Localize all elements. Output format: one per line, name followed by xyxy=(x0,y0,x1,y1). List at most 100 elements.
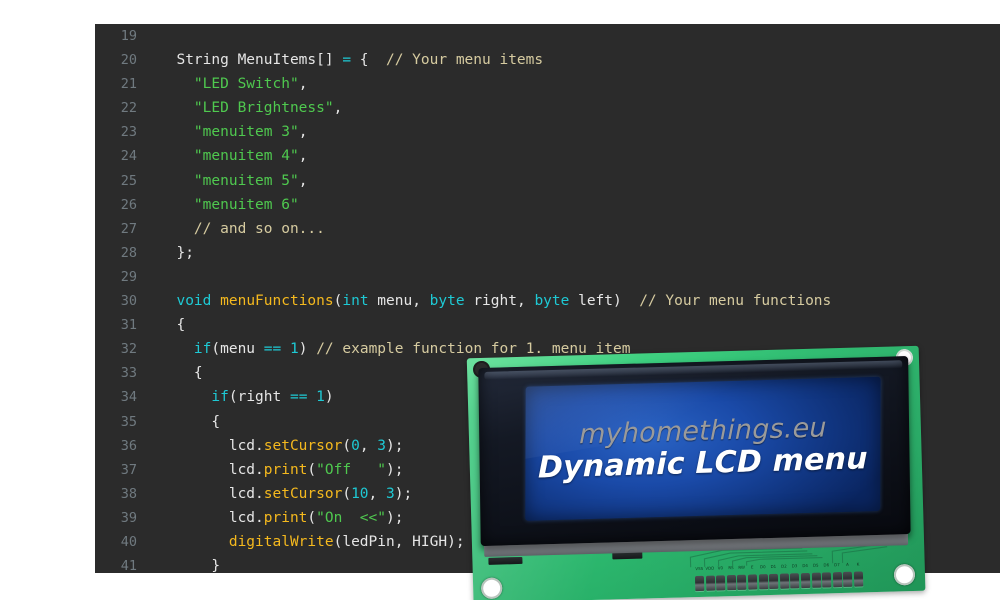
code-token-plain: , xyxy=(298,172,308,189)
lcd-pin xyxy=(716,575,726,591)
code-token-plain: lcd. xyxy=(159,461,264,478)
code-line: 31 { xyxy=(95,313,831,337)
code-token-plain: (right xyxy=(228,389,290,406)
code-token-num: 1 xyxy=(316,389,325,406)
code-token-plain: { xyxy=(159,365,203,382)
line-number: 27 xyxy=(120,220,137,237)
code-token-func: menuFunctions xyxy=(220,293,334,310)
line-number: 21 xyxy=(120,76,137,93)
code-line: 29 xyxy=(95,265,831,289)
lcd-pin xyxy=(822,572,832,588)
code-token-plain: , xyxy=(333,100,343,117)
code-line: 30 void menuFunctions(int menu, byte rig… xyxy=(95,289,832,313)
lcd-pin xyxy=(832,572,843,588)
code-token-key: == xyxy=(289,389,308,406)
line-number: 35 xyxy=(120,413,137,430)
line-number: 34 xyxy=(120,389,137,406)
code-token-plain: , xyxy=(298,76,308,93)
code-token-plain: lcd. xyxy=(159,485,264,502)
code-token-plain: ) xyxy=(324,389,334,406)
code-token-com: // Your menu items xyxy=(385,52,544,69)
code-token-plain: , xyxy=(298,148,308,165)
code-token-str: "Off " xyxy=(316,461,386,478)
code-line: 26 "menuitem 6" xyxy=(95,193,831,217)
lcd-pin xyxy=(800,572,811,589)
lcd-module-photo: VSS VDD V0 RS RW E D0 D1 D2 D3 D4 D5 D6 D7 A K myhometh… xyxy=(458,333,935,600)
code-token-plain: left) xyxy=(569,293,640,310)
line-number: 33 xyxy=(120,365,137,382)
line-number: 22 xyxy=(120,100,137,117)
code-token-key: int xyxy=(342,293,369,310)
code-token-plain: }; xyxy=(159,244,194,261)
code-token-func: digitalWrite xyxy=(228,533,334,550)
code-token-plain: ); xyxy=(386,461,404,478)
smd-component-1 xyxy=(488,556,523,565)
line-number: 23 xyxy=(120,124,137,141)
code-token-plain: right, xyxy=(464,293,535,310)
code-token-key: byte xyxy=(534,293,570,310)
page-margin-left xyxy=(0,0,95,600)
code-token-plain: , xyxy=(359,437,378,454)
code-line: 27 // and so on... xyxy=(95,217,831,241)
code-token-plain: { xyxy=(351,52,386,69)
line-number: 40 xyxy=(120,533,137,550)
code-token-plain: { xyxy=(159,413,221,430)
line-number: 31 xyxy=(120,317,137,334)
code-token-str: "LED Brightness" xyxy=(193,100,334,117)
code-token-num: 1 xyxy=(289,341,299,358)
page-margin-top xyxy=(0,0,1000,24)
code-line: 28 }; xyxy=(95,241,831,265)
code-token-plain: ( xyxy=(342,437,352,454)
code-token-func: setCursor xyxy=(263,485,343,502)
code-token-plain: , xyxy=(298,124,308,141)
code-token-plain: ( xyxy=(342,485,352,502)
line-number: 28 xyxy=(120,244,137,261)
code-token-plain: } xyxy=(159,558,221,573)
code-token-plain: ); xyxy=(394,485,413,502)
code-token-key: = xyxy=(342,52,352,69)
code-token-plain: (ledPin, HIGH); xyxy=(333,533,465,550)
line-number: 19 xyxy=(120,28,137,44)
lcd-pin xyxy=(747,574,758,590)
code-token-com: // and so on... xyxy=(193,220,325,237)
line-number: 20 xyxy=(120,52,137,69)
code-line: 25 "menuitem 5", xyxy=(95,169,831,193)
code-line: 20 String MenuItems[] = { // Your menu i… xyxy=(95,48,831,72)
code-token-key: if xyxy=(193,341,212,358)
code-token-str: "On <<" xyxy=(316,509,386,526)
code-token-key: == xyxy=(263,341,282,358)
code-line: 19 xyxy=(95,24,831,48)
code-token-plain: ( xyxy=(307,509,317,526)
lcd-pin xyxy=(705,575,715,591)
line-number: 24 xyxy=(120,148,137,165)
lcd-pin xyxy=(779,573,790,589)
code-token-num: 10 xyxy=(351,485,369,502)
line-number: 36 xyxy=(120,437,137,454)
code-token-func: setCursor xyxy=(263,437,343,454)
code-token-str: "menuitem 3" xyxy=(193,124,299,141)
code-token-key: byte xyxy=(429,293,465,310)
lcd-pin xyxy=(790,573,800,589)
code-token-plain: (menu xyxy=(211,341,264,358)
code-token-plain: ); xyxy=(386,509,404,526)
lcd-pin xyxy=(726,574,737,591)
code-token-str: "LED Switch" xyxy=(193,76,299,93)
code-token-func: print xyxy=(263,509,308,526)
lcd-pin xyxy=(758,574,768,590)
lcd-pin xyxy=(737,574,747,590)
code-token-plain: menu, xyxy=(368,293,430,310)
line-number: 41 xyxy=(120,558,137,573)
code-token-com: // Your menu functions xyxy=(639,293,832,310)
